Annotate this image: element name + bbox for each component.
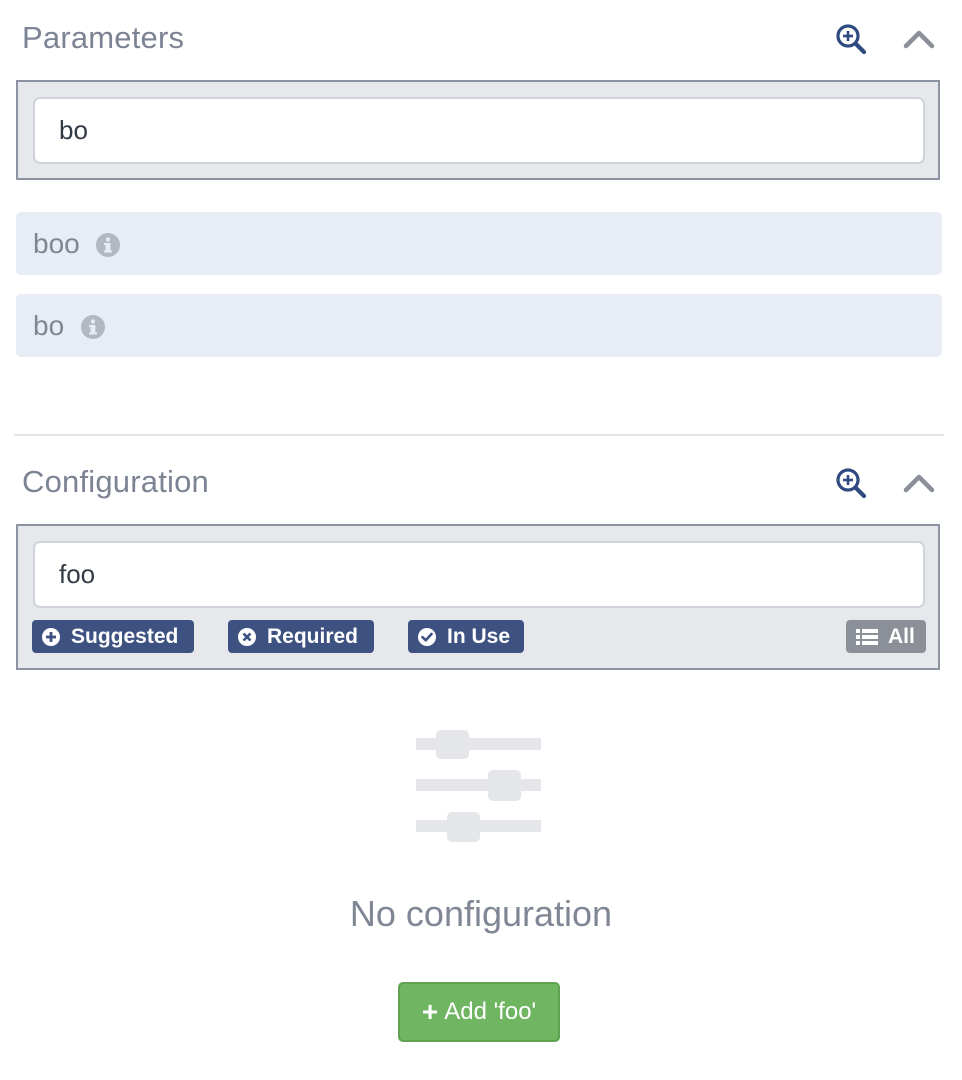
parameter-item-label: bo	[33, 310, 65, 341]
configuration-search-panel: Suggested Required In Use All	[16, 524, 940, 670]
info-icon[interactable]	[81, 315, 105, 339]
add-configuration-button[interactable]: + Add 'foo'	[398, 982, 560, 1042]
filter-all-button[interactable]: All	[846, 620, 926, 653]
parameter-item-boo[interactable]: boo	[16, 212, 942, 275]
chevron-up-icon[interactable]	[900, 464, 938, 502]
list-icon	[856, 628, 878, 645]
plus-icon: +	[421, 996, 439, 1027]
parameter-item-label: boo	[33, 228, 80, 259]
empty-state-message: No configuration	[349, 893, 613, 934]
add-button-label: Add 'foo'	[444, 998, 537, 1025]
parameters-search-input[interactable]	[33, 97, 925, 164]
zoom-in-icon[interactable]	[832, 464, 870, 502]
filter-required-button[interactable]: Required	[228, 620, 374, 653]
filter-required-label: Required	[267, 624, 359, 648]
filter-suggested-button[interactable]: Suggested	[32, 620, 194, 653]
plus-circle-icon	[42, 627, 60, 646]
parameters-search-panel	[16, 80, 940, 180]
filter-in-use-button[interactable]: In Use	[408, 620, 524, 653]
configuration-title: Configuration	[22, 464, 209, 499]
check-circle-icon	[418, 627, 436, 646]
parameters-title: Parameters	[22, 20, 185, 55]
zoom-in-icon[interactable]	[832, 20, 870, 58]
info-icon[interactable]	[96, 233, 120, 257]
parameter-item-bo[interactable]: bo	[16, 294, 942, 357]
parameters-header: Parameters	[16, 20, 942, 70]
chevron-up-icon[interactable]	[900, 20, 938, 58]
filter-suggested-label: Suggested	[71, 624, 179, 648]
section-divider	[14, 434, 944, 436]
sliders-icon	[416, 730, 541, 842]
configuration-search-input[interactable]	[33, 541, 925, 608]
filter-all-label: All	[888, 624, 915, 648]
times-circle-icon	[238, 627, 256, 646]
filter-in-use-label: In Use	[447, 624, 511, 648]
configuration-header: Configuration	[16, 464, 942, 514]
